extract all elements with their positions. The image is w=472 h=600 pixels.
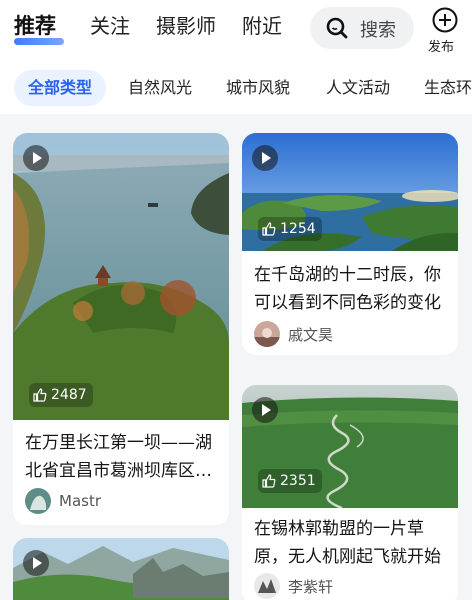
tab-recommend[interactable]: 推荐 [14,12,56,40]
category-culture[interactable]: 人文活动 [312,70,404,106]
feed-card[interactable]: 1254 在千岛湖的十二时辰，你可以看到不同色彩的变化 戚文昊 [242,133,458,355]
like-count: 2487 [29,383,93,407]
like-count: 2351 [258,469,322,493]
feed-card[interactable] [13,538,229,600]
thumbs-up-icon [262,474,276,488]
tab-photographers[interactable]: 摄影师 [156,12,216,40]
tab-nearby[interactable]: 附近 [242,12,282,40]
search-icon [326,17,348,39]
avatar [25,488,51,514]
like-count: 1254 [258,217,322,241]
thumbs-up-icon [33,388,47,402]
category-filter-row: 全部类型 自然风光 城市风貌 人文活动 生态环 [0,64,472,114]
card-image: 2351 [242,385,458,508]
card-image [13,538,229,600]
card-title[interactable]: 在锡林郭勒盟的一片草原，无人机刚起飞就开始 [254,515,448,571]
play-icon[interactable] [252,397,278,423]
card-title[interactable]: 在万里长江第一坝——湖北省宜昌市葛洲坝库区的夹江中段，宜昌夷陵区 [25,429,219,485]
card-image: 1254 [242,133,458,251]
card-author[interactable]: Mastr [25,488,101,514]
card-image: 2487 [13,133,229,420]
category-all[interactable]: 全部类型 [14,70,107,106]
tab-following[interactable]: 关注 [90,12,130,40]
card-author[interactable]: 李紫轩 [254,573,333,599]
play-icon[interactable] [23,145,49,171]
category-city[interactable]: 城市风貌 [212,70,304,106]
category-nature[interactable]: 自然风光 [114,70,206,106]
play-icon[interactable] [252,145,278,171]
avatar [254,573,280,599]
feed-card[interactable]: 2351 在锡林郭勒盟的一片草原，无人机刚起飞就开始 李紫轩 [242,385,458,600]
search-button[interactable]: 搜索 [310,7,414,49]
search-label: 搜索 [360,20,396,41]
avatar [254,321,280,347]
card-author[interactable]: 戚文昊 [254,321,333,347]
active-tab-indicator [14,38,64,45]
category-ecology[interactable]: 生态环 [410,70,472,106]
feed-card[interactable]: 2487 在万里长江第一坝——湖北省宜昌市葛洲坝库区的夹江中段，宜昌夷陵区 Ma… [13,133,229,525]
publish-label: 发布 [428,40,455,55]
thumbs-up-icon [262,222,276,236]
publish-button[interactable]: 发布 [428,4,462,55]
card-title[interactable]: 在千岛湖的十二时辰，你可以看到不同色彩的变化 [254,261,448,317]
top-nav: 推荐 关注 摄影师 附近 搜索 发布 [0,0,472,64]
play-icon[interactable] [23,550,49,576]
add-circle-icon [432,7,458,33]
